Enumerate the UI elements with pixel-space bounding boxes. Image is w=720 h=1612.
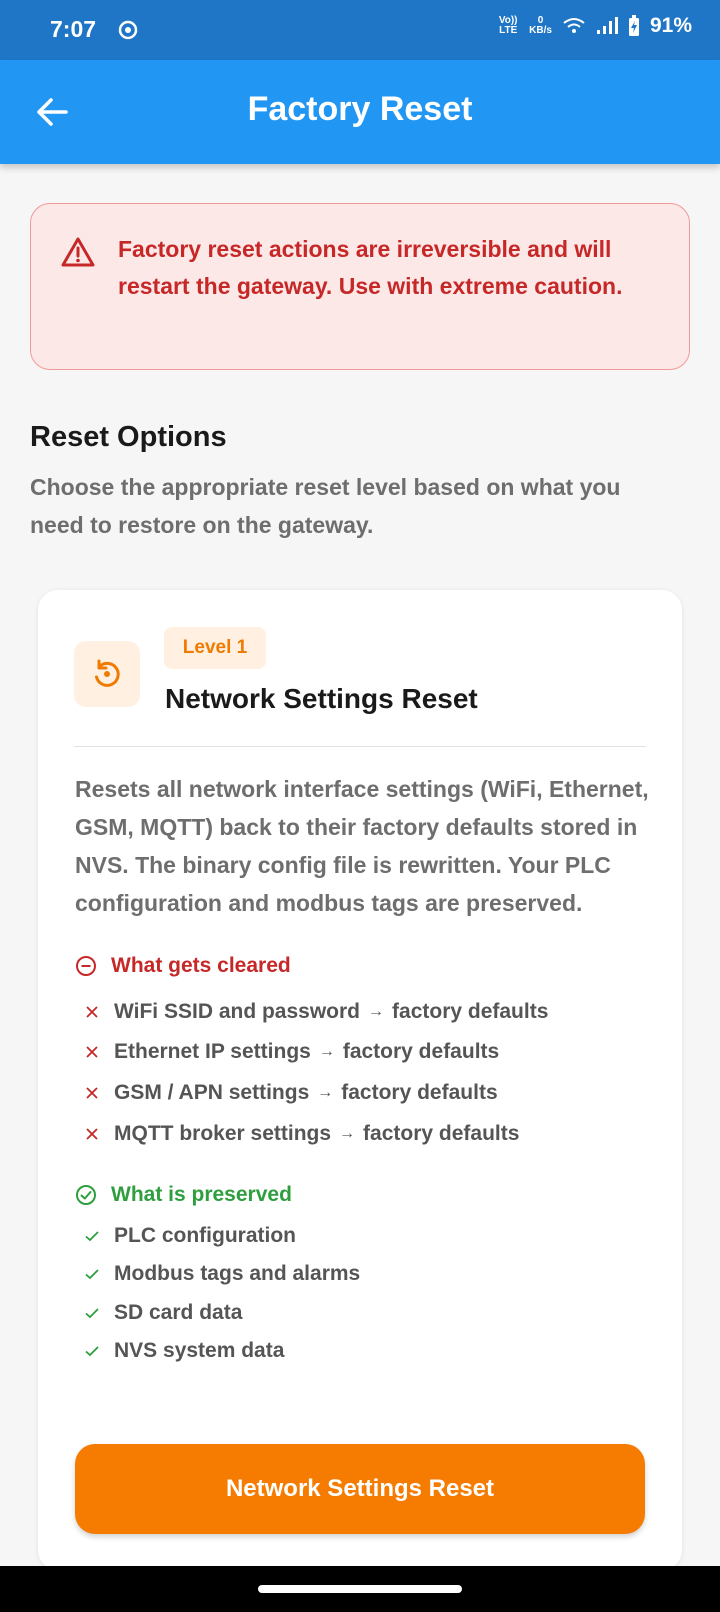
status-indicators: Vo)) LTE 0 KB/s 91%	[497, 14, 692, 38]
item-label: Modbus tags and alarms	[114, 1262, 361, 1285]
battery-charging-icon	[628, 15, 639, 36]
cross-icon	[86, 1087, 98, 1099]
home-gesture-handle[interactable]	[258, 1585, 462, 1593]
cross-icon	[86, 1128, 98, 1140]
navigation-bar	[0, 1566, 720, 1612]
level-badge: Level 1	[164, 627, 266, 669]
item-label: WiFi SSID and password	[114, 1000, 361, 1023]
arrow: →	[318, 1043, 335, 1060]
warning-triangle-icon	[61, 237, 95, 267]
restore-icon	[95, 659, 120, 687]
section-description: Choose the appropriate reset level based…	[30, 474, 621, 538]
list-item: MQTT broker settings → factory defaults	[84, 1122, 519, 1146]
item-label: NVS system data	[114, 1339, 285, 1362]
reset-option-card: Level 1 Network Settings Reset Resets al…	[38, 590, 682, 1570]
battery-percent: 91%	[649, 14, 692, 37]
card-description: Resets all network interface settings (W…	[75, 776, 649, 916]
list-item: Modbus tags and alarms	[84, 1262, 360, 1286]
list-item: GSM / APN settings → factory defaults	[84, 1081, 498, 1105]
check-icon	[85, 1231, 99, 1242]
status-bar: 7:07 Vo)) LTE 0 KB/s 91%	[0, 0, 720, 60]
item-label: PLC configuration	[114, 1224, 296, 1247]
list-item: PLC configuration	[84, 1224, 296, 1248]
preserved-heading-label: What is preserved	[111, 1183, 292, 1206]
arrow: →	[339, 1125, 356, 1142]
arrow: →	[317, 1084, 334, 1101]
item-target: factory defaults	[341, 1081, 498, 1104]
item-target: factory defaults	[363, 1122, 520, 1145]
wifi-icon	[563, 18, 585, 33]
item-label: GSM / APN settings	[114, 1081, 310, 1104]
level-icon-box	[74, 641, 140, 707]
card-title: Network Settings Reset	[165, 683, 478, 714]
check-icon	[85, 1269, 99, 1280]
list-item: NVS system data	[84, 1339, 284, 1363]
status-time: 7:07	[50, 16, 97, 42]
check-circle-icon	[76, 1185, 96, 1205]
cross-icon	[86, 1046, 98, 1058]
item-label: MQTT broker settings	[114, 1122, 332, 1145]
cleared-heading-label: What gets cleared	[111, 954, 291, 977]
app-bar: Factory Reset	[0, 60, 720, 164]
item-label: SD card data	[114, 1301, 243, 1324]
warning-text: Factory reset actions are irreversible a…	[118, 236, 623, 299]
list-item: SD card data	[84, 1301, 242, 1325]
warning-banner: Factory reset actions are irreversible a…	[30, 203, 690, 370]
data-rate-unit: KB/s	[529, 25, 552, 36]
arrow: →	[368, 1003, 385, 1020]
cleared-heading: What gets cleared	[75, 954, 291, 978]
check-icon	[85, 1308, 99, 1319]
item-target: factory defaults	[342, 1040, 500, 1063]
divider	[74, 746, 646, 747]
item-target: factory defaults	[392, 1000, 549, 1023]
network-settings-reset-button[interactable]: Network Settings Reset	[75, 1444, 645, 1534]
preserved-heading: What is preserved	[75, 1183, 292, 1207]
item-label: Ethernet IP settings	[114, 1040, 311, 1063]
list-item: WiFi SSID and password → factory default…	[84, 1000, 548, 1024]
signal-icon	[596, 17, 618, 34]
page-title: Factory Reset	[247, 90, 473, 128]
clock-notification-icon	[118, 20, 138, 40]
minus-circle-icon	[76, 956, 96, 976]
check-icon	[85, 1346, 99, 1357]
list-item: Ethernet IP settings → factory defaults	[84, 1040, 499, 1064]
section-title: Reset Options	[30, 421, 227, 453]
data-rate-indicator: 0 KB/s	[529, 16, 552, 36]
cross-icon	[86, 1006, 98, 1018]
volte-indicator: Vo)) LTE	[498, 15, 518, 36]
